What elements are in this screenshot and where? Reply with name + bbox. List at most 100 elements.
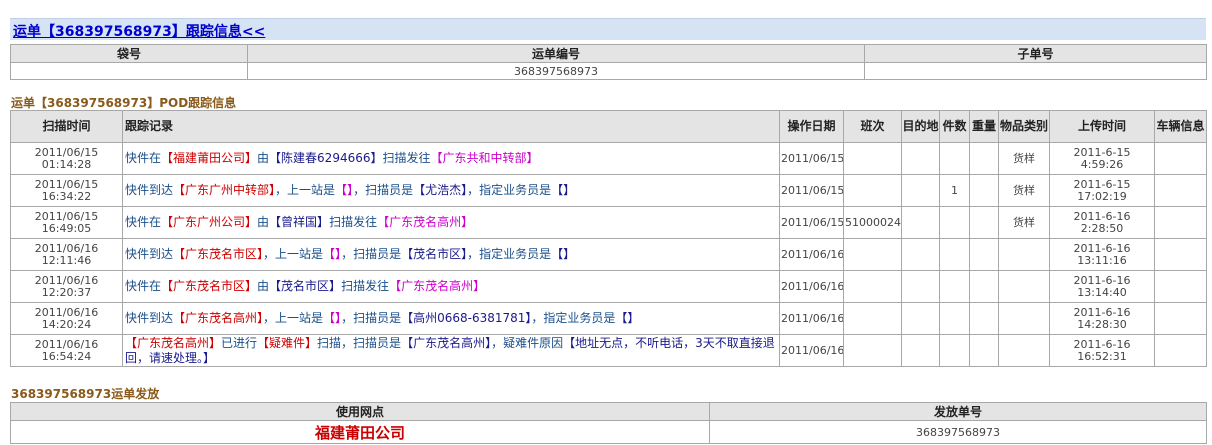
destination-cell [901, 238, 940, 271]
scan-time-cell: 2011/06/16 14:20:24 [10, 302, 123, 335]
vehicle-cell [1154, 302, 1207, 335]
destination-cell [901, 334, 940, 367]
record-cell: 快件在【广东广州公司】由【曾祥国】扫描发往【广东茂名高州】 [122, 206, 780, 239]
weight-cell [969, 238, 999, 271]
record-segment: ，扫描员是 [353, 183, 414, 197]
table-row: 2011/06/16 12:11:46 快件到达【广东茂名市区】，上一站是【】，扫描… [10, 238, 1207, 271]
op-date-cell: 2011/06/15 [779, 142, 844, 175]
batch-cell [843, 334, 902, 367]
op-date-cell: 2011/06/16 [779, 302, 844, 335]
weight-cell [969, 270, 999, 303]
column-header-batch: 班次 [843, 110, 902, 143]
count-cell [939, 270, 970, 303]
record-segment: 【广东广州中转部】 [173, 183, 276, 197]
op-date-cell: 2011/06/16 [779, 238, 844, 271]
table-row: 2011/06/16 14:20:24 快件到达【广东茂名高州】，上一站是【】，扫描… [10, 302, 1207, 335]
category-cell-text: 货样 [1013, 151, 1035, 165]
record-segment: 【】 [551, 183, 576, 197]
weight-cell [969, 206, 999, 239]
record-segment: 由 [257, 215, 270, 229]
pod-section-title: 运单【368397568973】POD跟踪信息 [11, 96, 237, 110]
count-cell [939, 142, 970, 175]
column-header-destination: 目的地 [901, 110, 940, 143]
record-segment: 【】 [323, 247, 342, 261]
record-segment: 【广东茂名高州】 [401, 335, 492, 350]
batch-cell: 510000247 [843, 206, 902, 239]
pod-table-body: 2011/06/15 01:14:28 快件在【福建莆田公司】由【陈建春629466… [10, 142, 1207, 367]
batch-cell-text: 510000247 [845, 215, 901, 229]
column-header-vehicle: 车辆信息 [1154, 110, 1207, 143]
table-row: 2011/06/16 16:54:24 【广东茂名高州】已进行【疑难件】扫描，扫描员… [10, 334, 1207, 367]
record-segment: ，疑难件原因 [491, 335, 564, 350]
record-segment: ，指定业务员是 [467, 183, 552, 197]
pod-tracking-table: 扫描时间 跟踪记录 操作日期 班次 目的地 件数 重量 物品类别 上传时间 车辆… [10, 110, 1207, 367]
column-header-site: 使用网点 [10, 402, 710, 421]
waybill-title-link[interactable]: 运单【368397568973】跟踪信息<< [13, 21, 265, 41]
upload-time-cell: 2011-6-16 16:52:31 [1049, 334, 1155, 367]
column-header-record: 跟踪记录 [122, 110, 780, 143]
record-segment: 【广东茂名市区】 [173, 247, 264, 261]
record-segment: 扫描，扫描员是 [317, 335, 402, 350]
scan-time-cell-text: 14:20:24 [41, 317, 92, 331]
scan-time-cell-text: 12:11:46 [41, 253, 92, 267]
record-segment: 快件在 [125, 215, 162, 229]
weight-cell [969, 334, 999, 367]
record-segment: 【广东茂名高州】 [173, 311, 264, 325]
op-date-cell-text: 2011/06/16 [781, 279, 844, 293]
record-segment: 扫描发往 [382, 151, 431, 165]
category-cell [998, 302, 1050, 335]
record-segment: 【广东茂名高州】 [377, 215, 474, 229]
upload-time-cell-text: 14:28:30 [1077, 317, 1127, 331]
vehicle-cell [1154, 334, 1207, 367]
scan-time-cell-text: 16:54:24 [41, 349, 92, 363]
count-cell [939, 302, 970, 335]
category-cell [998, 238, 1050, 271]
record-segment: ，上一站是 [263, 311, 324, 325]
record-cell: 快件在【广东茂名市区】由【茂名市区】扫描发往【广东茂名高州】 [122, 270, 780, 303]
record-segment: 快件在 [125, 151, 162, 165]
op-date-cell-text: 2011/06/15 [781, 151, 844, 165]
batch-cell [843, 174, 902, 207]
column-header-count: 件数 [939, 110, 970, 143]
upload-time-cell-text: 13:11:16 [1077, 253, 1127, 267]
count-cell [939, 206, 970, 239]
record-segment: 【福建莆田公司】 [161, 151, 258, 165]
record-segment: 由 [257, 151, 270, 165]
count-cell-text: 1 [951, 183, 958, 197]
weight-cell [969, 174, 999, 207]
record-segment: 【】 [335, 183, 354, 197]
record-segment: 由 [257, 279, 270, 293]
category-cell: 货样 [998, 174, 1050, 207]
column-header-waybill: 运单编号 [247, 44, 865, 63]
record-segment: ，指定业务员是 [467, 247, 552, 261]
record-segment: 扫描发往 [341, 279, 390, 293]
tracking-page: 运单【368397568973】跟踪信息<< 袋号 运单编号 子单号 36839… [0, 0, 1212, 445]
record-segment: 【茂名市区】 [401, 247, 468, 261]
record-segment: 【】 [323, 311, 342, 325]
count-cell [939, 334, 970, 367]
column-header-scan-time: 扫描时间 [10, 110, 123, 143]
record-segment: 已进行 [221, 335, 258, 350]
op-date-cell-text: 2011/06/16 [781, 247, 844, 261]
column-header-subnumber: 子单号 [864, 44, 1207, 63]
upload-time-cell: 2011-6-16 13:11:16 [1049, 238, 1155, 271]
record-cell: 快件到达【广东茂名市区】，上一站是【】，扫描员是【茂名市区】，指定业务员是【】 [122, 238, 780, 271]
upload-time-cell: 2011-6-16 14:28:30 [1049, 302, 1155, 335]
subnumber-cell [864, 62, 1207, 80]
op-date-cell-text: 2011/06/16 [781, 311, 844, 325]
record-segment: 【疑难件】 [257, 335, 318, 350]
record-segment: 【茂名市区】 [269, 279, 342, 293]
scan-time-cell: 2011/06/15 16:34:22 [10, 174, 123, 207]
record-segment: 【广东茂名高州】 [125, 335, 222, 350]
vehicle-cell [1154, 238, 1207, 271]
column-header-bag: 袋号 [10, 44, 248, 63]
upload-time-cell-text: 4:59:26 [1080, 157, 1124, 171]
record-segment: 【尤浩杰】 [413, 183, 468, 197]
category-cell [998, 334, 1050, 367]
waybill-number-cell: 368397568973 [247, 62, 865, 80]
pod-header-row: 扫描时间 跟踪记录 操作日期 班次 目的地 件数 重量 物品类别 上传时间 车辆… [10, 110, 1207, 143]
destination-cell [901, 270, 940, 303]
record-segment: ，上一站是 [263, 247, 324, 261]
op-date-cell-text: 2011/06/15 [781, 215, 844, 229]
destination-cell [901, 302, 940, 335]
